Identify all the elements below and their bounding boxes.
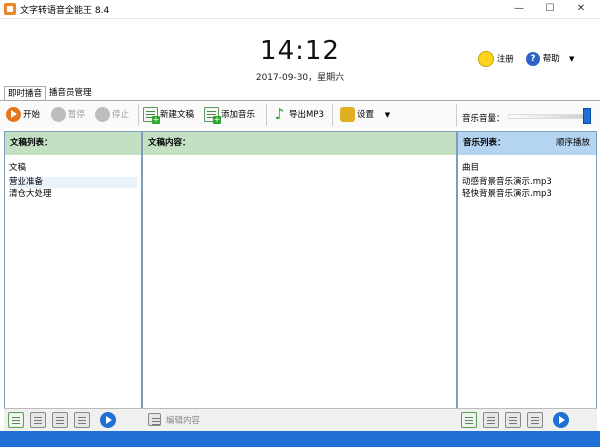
doc-content-editor[interactable] — [143, 155, 456, 409]
toolbar-separator — [266, 104, 267, 126]
music-list-item[interactable]: 动感背景音乐演示.mp3 — [462, 177, 592, 188]
add-music-label: 添加音乐 — [221, 110, 256, 120]
minimize-button[interactable]: — — [504, 0, 534, 18]
new-doc-icon: + — [143, 107, 160, 124]
stop-label: 停止 — [112, 110, 130, 120]
volume-label: 音乐音量： — [462, 114, 505, 124]
delete-music-icon[interactable] — [483, 412, 499, 428]
window-title: 文字转语音全能王 8.4 — [20, 6, 110, 16]
music-list-header: 音乐列表： 顺序播放 — [458, 132, 596, 155]
toolbar-separator — [138, 104, 139, 126]
play-icon — [6, 107, 21, 122]
doc-list-column-header: 文稿 — [9, 163, 27, 173]
date: 2017-09-30，星期六 — [255, 73, 345, 83]
move-down-icon[interactable] — [527, 412, 543, 428]
move-down-icon[interactable] — [74, 412, 90, 428]
play-mode[interactable]: 顺序播放 — [556, 132, 590, 155]
add-music-button[interactable]: + 添加音乐 — [204, 107, 256, 124]
doc-content-header: 文稿内容： — [143, 132, 456, 155]
doc-list-item[interactable]: 营业准备 — [9, 177, 137, 188]
settings-dropdown-icon[interactable]: ▼ — [385, 111, 390, 119]
new-doc-label: 新建文稿 — [160, 110, 195, 120]
delete-doc-icon[interactable] — [30, 412, 46, 428]
toolbar-separator — [332, 104, 333, 126]
smiley-icon — [478, 51, 494, 67]
tab-announcer-management[interactable]: 播音员管理 — [46, 86, 95, 100]
doc-list-panel: 文稿列表： 文稿 营业准备 清仓大处理 — [4, 131, 142, 410]
edit-content-button[interactable]: 编辑内容 — [166, 414, 200, 426]
pause-icon — [51, 107, 66, 122]
new-doc-button[interactable]: + 新建文稿 — [143, 107, 195, 124]
music-note-icon: ♪ — [274, 105, 285, 123]
register-label: 注册 — [496, 54, 514, 65]
music-list-column-header: 曲目 — [462, 163, 480, 173]
stop-icon — [95, 107, 110, 122]
pause-button[interactable]: 暂停 — [51, 107, 85, 123]
help-button[interactable]: ? 帮助 — [526, 51, 560, 67]
add-music-icon: + — [204, 107, 221, 124]
edit-content-icon[interactable] — [148, 413, 161, 426]
start-label: 开始 — [23, 110, 41, 120]
settings-icon — [340, 107, 355, 122]
help-icon: ? — [526, 51, 540, 66]
doc-content-panel: 文稿内容： — [142, 131, 457, 410]
doc-list-bottom-bar — [4, 408, 142, 431]
tab-instant-broadcast[interactable]: 即时播音 — [4, 86, 47, 101]
add-music-icon[interactable] — [461, 412, 477, 428]
doc-list-header: 文稿列表： — [5, 132, 141, 155]
play-doc-icon[interactable] — [100, 412, 116, 428]
doc-list-item[interactable]: 清仓大处理 — [9, 189, 137, 200]
status-bar — [0, 431, 600, 447]
close-button[interactable]: ✕ — [566, 0, 596, 18]
settings-button[interactable]: 设置 ▼ — [340, 107, 390, 123]
volume-slider-thumb[interactable] — [583, 108, 591, 124]
stop-button[interactable]: 停止 — [95, 107, 129, 123]
maximize-button[interactable]: ☐ — [535, 0, 565, 18]
music-list-item[interactable]: 轻快背景音乐演示.mp3 — [462, 189, 592, 200]
add-doc-icon[interactable] — [8, 412, 24, 428]
app-icon — [4, 3, 16, 15]
play-music-icon[interactable] — [553, 412, 569, 428]
start-button[interactable]: 开始 — [6, 107, 40, 123]
move-up-icon[interactable] — [52, 412, 68, 428]
pause-label: 暂停 — [68, 110, 86, 120]
help-label: 帮助 — [542, 54, 560, 64]
move-up-icon[interactable] — [505, 412, 521, 428]
export-mp3-button[interactable]: ♪ 导出MP3 — [272, 107, 324, 123]
settings-label: 设置 — [357, 110, 375, 120]
music-list-panel: 音乐列表： 顺序播放 曲目 动感背景音乐演示.mp3 轻快背景音乐演示.mp3 — [457, 131, 597, 410]
menu-dropdown-icon[interactable]: ▼ — [569, 51, 574, 67]
register-button[interactable]: 注册 — [478, 51, 514, 67]
export-mp3-label: 导出MP3 — [289, 110, 324, 120]
music-list-title: 音乐列表： — [463, 138, 506, 148]
doc-content-bottom-bar: 编辑内容 — [142, 408, 457, 431]
volume-slider[interactable] — [508, 114, 584, 119]
toolbar-separator — [456, 104, 457, 126]
music-list-bottom-bar — [457, 408, 597, 431]
